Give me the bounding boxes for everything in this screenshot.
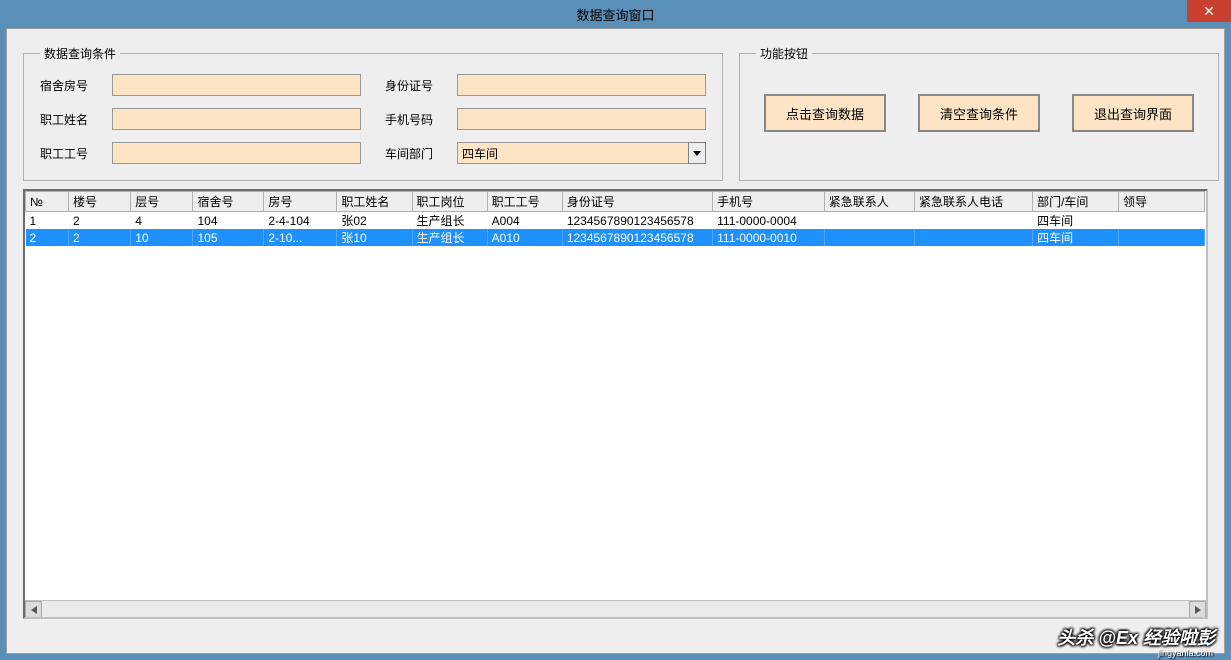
column-header[interactable]: 部门/车间 <box>1033 192 1119 212</box>
query-button[interactable]: 点击查询数据 <box>764 94 886 132</box>
query-fieldset: 数据查询条件 宿舍房号 身份证号 职工姓名 手机号码 职工工号 车间部门 <box>23 45 723 181</box>
window-body: 数据查询条件 宿舍房号 身份证号 职工姓名 手机号码 职工工号 车间部门 <box>6 28 1225 654</box>
action-fieldset: 功能按钮 点击查询数据 清空查询条件 退出查询界面 <box>739 45 1219 181</box>
close-icon: ✕ <box>1203 3 1215 20</box>
scroll-track[interactable] <box>42 601 1189 617</box>
column-header[interactable]: 手机号 <box>713 192 825 212</box>
table-cell: A004 <box>487 212 562 230</box>
action-buttons: 点击查询数据 清空查询条件 退出查询界面 <box>756 74 1202 152</box>
emp-name-label: 职工姓名 <box>40 111 88 128</box>
table-cell <box>824 229 914 246</box>
query-grid: 宿舍房号 身份证号 职工姓名 手机号码 职工工号 车间部门 <box>40 74 706 164</box>
table-cell: 2-4-104 <box>264 212 337 230</box>
column-header[interactable]: 领导 <box>1118 192 1204 212</box>
table-cell: 104 <box>193 212 264 230</box>
column-header[interactable]: № <box>26 192 69 212</box>
dorm-room-label: 宿舍房号 <box>40 77 88 94</box>
dept-select[interactable] <box>457 142 706 164</box>
clear-button[interactable]: 清空查询条件 <box>918 94 1040 132</box>
scroll-right-button[interactable] <box>1189 601 1206 618</box>
table-cell: 2-10... <box>264 229 337 246</box>
table-cell: 1 <box>26 212 69 230</box>
dept-dropdown-button[interactable] <box>688 142 706 164</box>
action-legend: 功能按钮 <box>756 45 812 62</box>
table-cell <box>1118 229 1204 246</box>
table-cell <box>824 212 914 230</box>
table-cell: 111-0000-0004 <box>713 212 825 230</box>
scroll-left-button[interactable] <box>25 601 42 618</box>
table-cell: 105 <box>193 229 264 246</box>
close-button[interactable]: ✕ <box>1187 0 1231 22</box>
table-cell: 10 <box>131 229 193 246</box>
emp-no-label: 职工工号 <box>40 145 88 162</box>
table-cell: 四车间 <box>1033 229 1119 246</box>
table-cell: 四车间 <box>1033 212 1119 230</box>
table-cell: 111-0000-0010 <box>713 229 825 246</box>
emp-no-input[interactable] <box>112 142 361 164</box>
table-cell <box>914 229 1032 246</box>
column-header[interactable]: 楼号 <box>68 192 130 212</box>
table-cell: 2 <box>68 229 130 246</box>
column-header[interactable]: 房号 <box>264 192 337 212</box>
data-table: №楼号层号宿舍号房号职工姓名职工岗位职工工号身份证号手机号紧急联系人紧急联系人电… <box>25 191 1205 246</box>
dorm-room-input[interactable] <box>112 74 361 96</box>
table-cell: 2 <box>68 212 130 230</box>
column-header[interactable]: 职工岗位 <box>412 192 487 212</box>
dept-select-value[interactable] <box>457 142 688 164</box>
table-header: №楼号层号宿舍号房号职工姓名职工岗位职工工号身份证号手机号紧急联系人紧急联系人电… <box>26 192 1205 212</box>
table-row[interactable]: 22101052-10...张10生产组长A010123456789012345… <box>26 229 1205 246</box>
exit-button[interactable]: 退出查询界面 <box>1072 94 1194 132</box>
table-body: 1241042-4-104张02生产组长A0041234567890123456… <box>26 212 1205 247</box>
table-cell <box>1118 212 1204 230</box>
table-cell: 生产组长 <box>412 229 487 246</box>
query-legend: 数据查询条件 <box>40 45 120 62</box>
triangle-left-icon <box>31 606 37 614</box>
table-cell <box>914 212 1032 230</box>
table-cell: 生产组长 <box>412 212 487 230</box>
column-header[interactable]: 职工工号 <box>487 192 562 212</box>
column-header[interactable]: 紧急联系人 <box>824 192 914 212</box>
table-cell: 4 <box>131 212 193 230</box>
table-cell: 张10 <box>337 229 412 246</box>
column-header[interactable]: 宿舍号 <box>193 192 264 212</box>
column-header[interactable]: 职工姓名 <box>337 192 412 212</box>
id-card-input[interactable] <box>457 74 706 96</box>
table-row[interactable]: 1241042-4-104张02生产组长A0041234567890123456… <box>26 212 1205 230</box>
top-panels: 数据查询条件 宿舍房号 身份证号 职工姓名 手机号码 职工工号 车间部门 <box>7 29 1224 189</box>
triangle-right-icon <box>1195 606 1201 614</box>
table-cell: 2 <box>26 229 69 246</box>
titlebar: 数据查询窗口 ✕ <box>0 0 1231 28</box>
phone-label: 手机号码 <box>385 111 433 128</box>
id-card-label: 身份证号 <box>385 77 433 94</box>
table-cell: 1234567890123456578 <box>562 229 712 246</box>
dept-label: 车间部门 <box>385 145 433 162</box>
table-cell: 张02 <box>337 212 412 230</box>
window-title: 数据查询窗口 <box>576 5 654 24</box>
emp-name-input[interactable] <box>112 108 361 130</box>
horizontal-scrollbar[interactable] <box>25 600 1206 617</box>
table-cell: A010 <box>487 229 562 246</box>
table-cell: 1234567890123456578 <box>562 212 712 230</box>
column-header[interactable]: 层号 <box>131 192 193 212</box>
column-header[interactable]: 紧急联系人电话 <box>914 192 1032 212</box>
chevron-down-icon <box>693 151 701 156</box>
column-header[interactable]: 身份证号 <box>562 192 712 212</box>
data-grid[interactable]: №楼号层号宿舍号房号职工姓名职工岗位职工工号身份证号手机号紧急联系人紧急联系人电… <box>23 189 1208 619</box>
phone-input[interactable] <box>457 108 706 130</box>
